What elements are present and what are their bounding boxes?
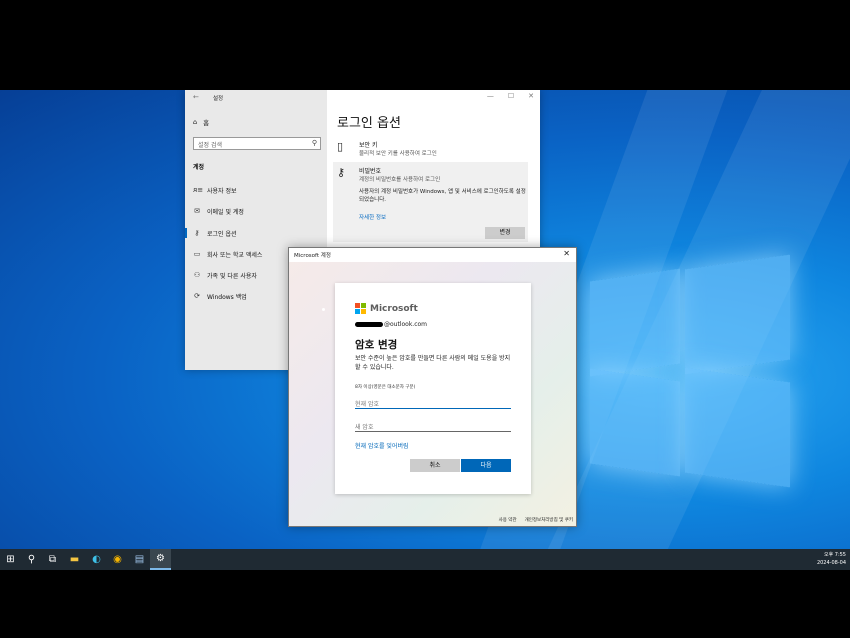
windows-logo	[575, 240, 845, 510]
password-option[interactable]: ⚷ 비밀번호 계정의 비밀번호를 사용하여 로그인	[337, 166, 440, 183]
microsoft-logo: Microsoft	[355, 303, 418, 314]
password-hint: 8자 이상(영문은 대소문자 구분)	[355, 385, 416, 390]
sidebar-item-label: 가족 및 다른 사용자	[207, 272, 257, 280]
people-icon: ⚇	[193, 271, 201, 279]
current-password-field[interactable]: 현재 암호	[355, 396, 511, 409]
sidebar-item-label: Windows 백업	[207, 293, 247, 301]
home-label: 홈	[203, 119, 210, 127]
sidebar-item-sign-in-options[interactable]: ⚷ 로그인 옵션	[185, 227, 323, 239]
section-heading: 계정	[193, 164, 205, 171]
file-explorer-icon[interactable]: ▬	[64, 549, 85, 570]
forgot-password-link[interactable]: 현재 암호를 잊어버림	[355, 441, 409, 450]
microsoft-squares-icon	[355, 303, 366, 314]
chrome-icon[interactable]: ◉	[107, 549, 128, 570]
change-password-card: Microsoft @outlook.com 암호 변경 보안 수준이 높은 암…	[335, 283, 531, 494]
option-title: 보안 키	[359, 142, 378, 149]
sidebar-item-label: 사용자 정보	[207, 187, 237, 195]
key-icon: ⚷	[194, 229, 200, 237]
option-subtitle: 물리적 보안 키를 사용하여 로그인	[359, 151, 437, 157]
new-password-field[interactable]: 새 암호	[355, 419, 511, 432]
security-key-option[interactable]: ▯ 보안 키 물리적 보안 키를 사용하여 로그인	[337, 140, 437, 157]
page-title: 로그인 옵션	[337, 116, 401, 131]
sidebar-item-label: 로그인 옵션	[207, 230, 237, 238]
password-description: 사용자의 계정 비밀번호가 Windows, 앱 및 서비스에 로그인하도록 설…	[359, 189, 526, 203]
sidebar-item-label: 이메일 및 계정	[207, 208, 244, 216]
sync-icon: ⟳	[194, 292, 200, 300]
notepad-icon[interactable]: ▤	[129, 549, 150, 570]
start-icon[interactable]: ⊞	[0, 549, 21, 570]
task-view-icon[interactable]: ⧉	[42, 549, 63, 570]
brand-name: Microsoft	[370, 303, 418, 314]
system-clock[interactable]: 오후 7:55 2024-08-04	[817, 551, 846, 567]
dialog-title: Microsoft 계정	[294, 253, 331, 259]
dialog-titlebar: Microsoft 계정 ✕	[289, 248, 576, 262]
search-icon[interactable]: ⚲	[21, 549, 42, 570]
home-icon: ⌂	[193, 118, 198, 126]
desktop: ← 설정 ⌂ 홈 설정 검색 ⚲ 계정 ᴙ≡ 사용자 정보 ✉ 이메일 및 계정…	[0, 90, 850, 570]
briefcase-icon: ▭	[193, 250, 201, 258]
maximize-icon[interactable]: ☐	[508, 92, 514, 100]
minimize-icon[interactable]: —	[487, 92, 494, 100]
dialog-heading: 암호 변경	[355, 339, 398, 351]
field-placeholder: 새 암호	[355, 424, 374, 431]
cancel-button[interactable]: 취소	[410, 459, 460, 472]
dialog-body: 보안 수준이 높은 암호를 만들면 다른 사람의 메일 도용을 방지할 수 있습…	[355, 355, 511, 371]
home-nav-item[interactable]: ⌂ 홈	[193, 117, 209, 127]
close-icon[interactable]: ✕	[563, 249, 570, 258]
clock-date: 2024-08-04	[816, 560, 846, 566]
option-subtitle: 계정의 비밀번호를 사용하여 로그인	[359, 177, 441, 183]
key-icon: ⚷	[337, 166, 346, 179]
settings-gear-icon[interactable]: ⚙	[150, 549, 171, 570]
microsoft-account-dialog: Microsoft 계정 ✕ Microsoft @outlook.com 암호…	[288, 247, 577, 527]
email-suffix: @outlook.com	[384, 321, 428, 328]
search-icon: ⚲	[311, 139, 317, 147]
window-controls: — ☐ ✕	[487, 92, 534, 100]
redaction-mark	[355, 322, 383, 327]
back-arrow-icon[interactable]: ←	[193, 93, 199, 101]
terms-link[interactable]: 사용 약관	[499, 517, 517, 523]
settings-search-input[interactable]: 설정 검색 ⚲	[193, 137, 321, 150]
sidebar-item-user-info[interactable]: ᴙ≡ 사용자 정보	[193, 184, 323, 196]
next-button[interactable]: 다음	[461, 459, 511, 472]
sidebar-item-label: 회사 또는 학교 액세스	[207, 251, 263, 259]
change-password-button[interactable]: 변경	[485, 227, 525, 239]
edge-icon[interactable]: ◐	[86, 549, 107, 570]
taskbar: ⊞ ⚲ ⧉ ▬ ◐ ◉ ▤ ⚙ 오후 7:55 2024-08-04	[0, 549, 850, 570]
background-dot	[322, 308, 325, 311]
usb-key-icon: ▯	[337, 140, 344, 153]
sidebar-item-email-accounts[interactable]: ✉ 이메일 및 계정	[193, 205, 323, 217]
mail-icon: ✉	[194, 207, 200, 215]
learn-more-link[interactable]: 자세한 정보	[359, 213, 386, 221]
person-card-icon: ᴙ≡	[193, 186, 204, 194]
account-email: @outlook.com	[355, 321, 427, 328]
option-title: 비밀번호	[359, 168, 382, 175]
field-placeholder: 현재 암호	[355, 401, 379, 408]
window-title: 설정	[213, 96, 224, 102]
clock-time: 오후 7:55	[823, 552, 846, 558]
dialog-footer: 사용 약관 개인정보처리방침 및 쿠키	[499, 517, 573, 523]
privacy-link[interactable]: 개인정보처리방침 및 쿠키	[525, 517, 573, 523]
close-icon[interactable]: ✕	[528, 92, 534, 100]
search-placeholder: 설정 검색	[198, 142, 222, 149]
